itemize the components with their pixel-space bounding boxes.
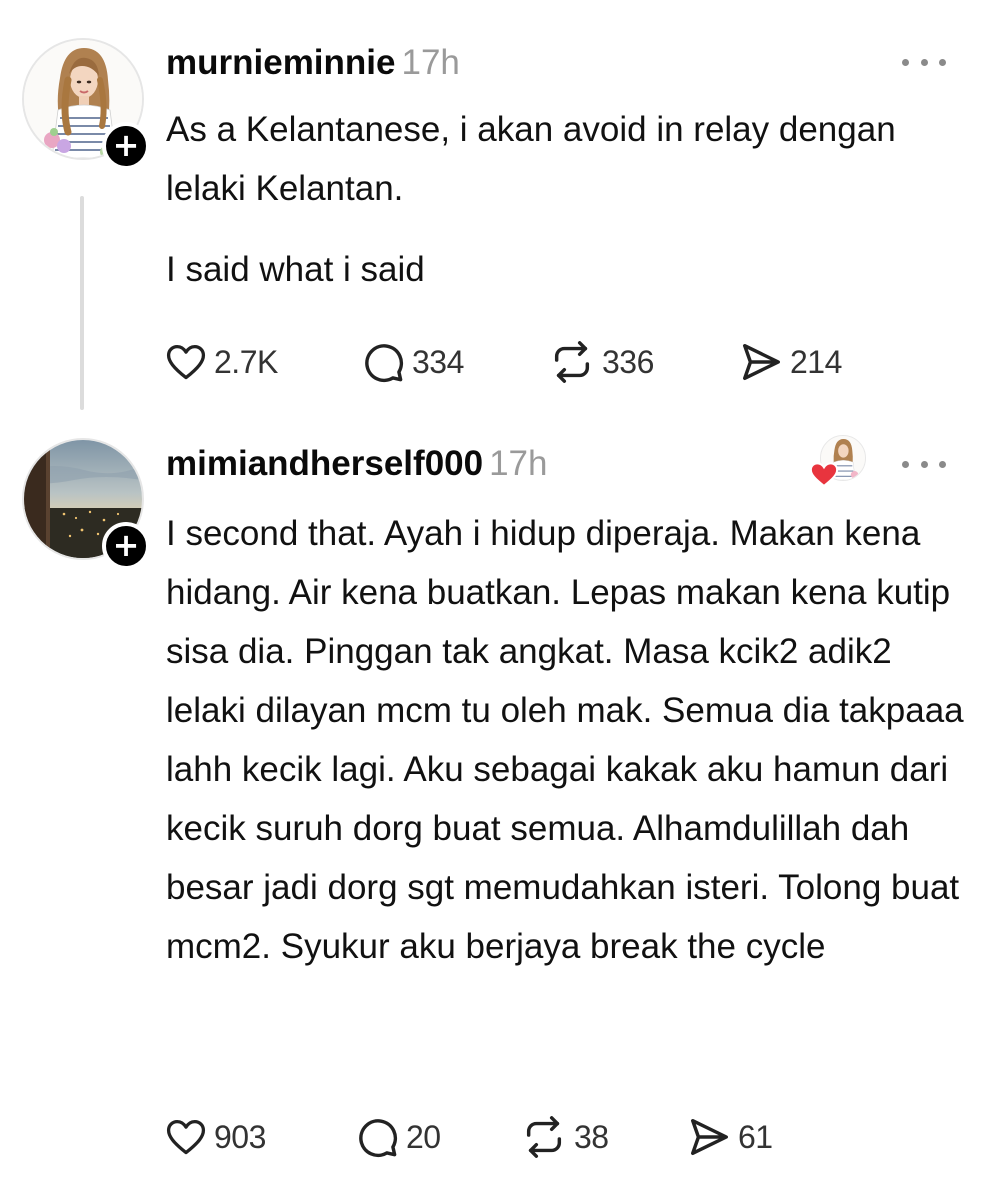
heart-icon [809,462,839,488]
like-button[interactable]: 2.7K [164,340,360,384]
share-button[interactable]: 61 [686,1114,773,1160]
username[interactable]: murnieminnie [166,43,395,82]
share-count: 214 [790,343,842,380]
like-count: 903 [214,1118,266,1155]
reply-button[interactable]: 20 [354,1114,520,1160]
repost-count: 38 [574,1118,609,1155]
share-button[interactable]: 214 [738,339,842,385]
dot-icon [939,460,946,468]
reply-button[interactable]: 334 [360,339,548,385]
heart-icon [166,1119,206,1155]
reply-count: 20 [406,1118,441,1155]
dot-icon [939,58,946,66]
send-icon [690,1118,728,1156]
timestamp: 17h [401,43,460,82]
post-paragraph: I said what i said [166,250,425,289]
repost-count: 336 [602,343,654,380]
heart-icon [166,344,206,380]
avatar-container: + [22,438,150,570]
like-count: 2.7K [214,343,278,380]
post-header: murnieminnie 17h [166,41,460,85]
thread-post: + mimiandherself000 17h I second that. A… [0,420,990,1200]
repost-icon [554,341,590,383]
comment-bubble-icon [359,1119,398,1158]
timestamp: 17h [489,444,548,483]
action-bar: 2.7K 334 336 214 [164,337,842,387]
dot-icon [902,58,909,66]
send-icon [742,343,780,381]
thread-connector-line [80,196,84,410]
follow-plus-button[interactable]: + [102,522,150,570]
repost-icon [526,1116,562,1158]
share-count: 61 [738,1118,773,1155]
reply-count: 334 [412,343,464,380]
dot-icon [902,460,909,468]
post-header: mimiandherself000 17h [166,442,548,486]
dot-icon [920,460,928,468]
more-options-button[interactable] [902,52,946,72]
follow-plus-button[interactable]: + [102,122,150,170]
more-options-button[interactable] [902,454,946,474]
post-paragraph: I second that. Ayah i hidup diperaja. Ma… [166,514,964,966]
comment-bubble-icon [365,344,404,383]
post-body: As a Kelantanese, i akan avoid in relay … [166,100,966,299]
like-button[interactable]: 903 [164,1115,354,1159]
repost-button[interactable]: 38 [520,1114,686,1160]
action-bar: 903 20 38 61 [164,1112,773,1162]
liked-by-author-badge [808,435,866,493]
username[interactable]: mimiandherself000 [166,444,483,483]
repost-button[interactable]: 336 [548,339,738,385]
thread-post: + murnieminnie 17h As a Kelantanese, i ak… [0,0,990,420]
avatar-container: + [22,38,150,170]
dot-icon [920,58,928,66]
post-body: I second that. Ayah i hidup diperaja. Ma… [166,504,966,976]
post-paragraph: As a Kelantanese, i akan avoid in relay … [166,110,896,208]
